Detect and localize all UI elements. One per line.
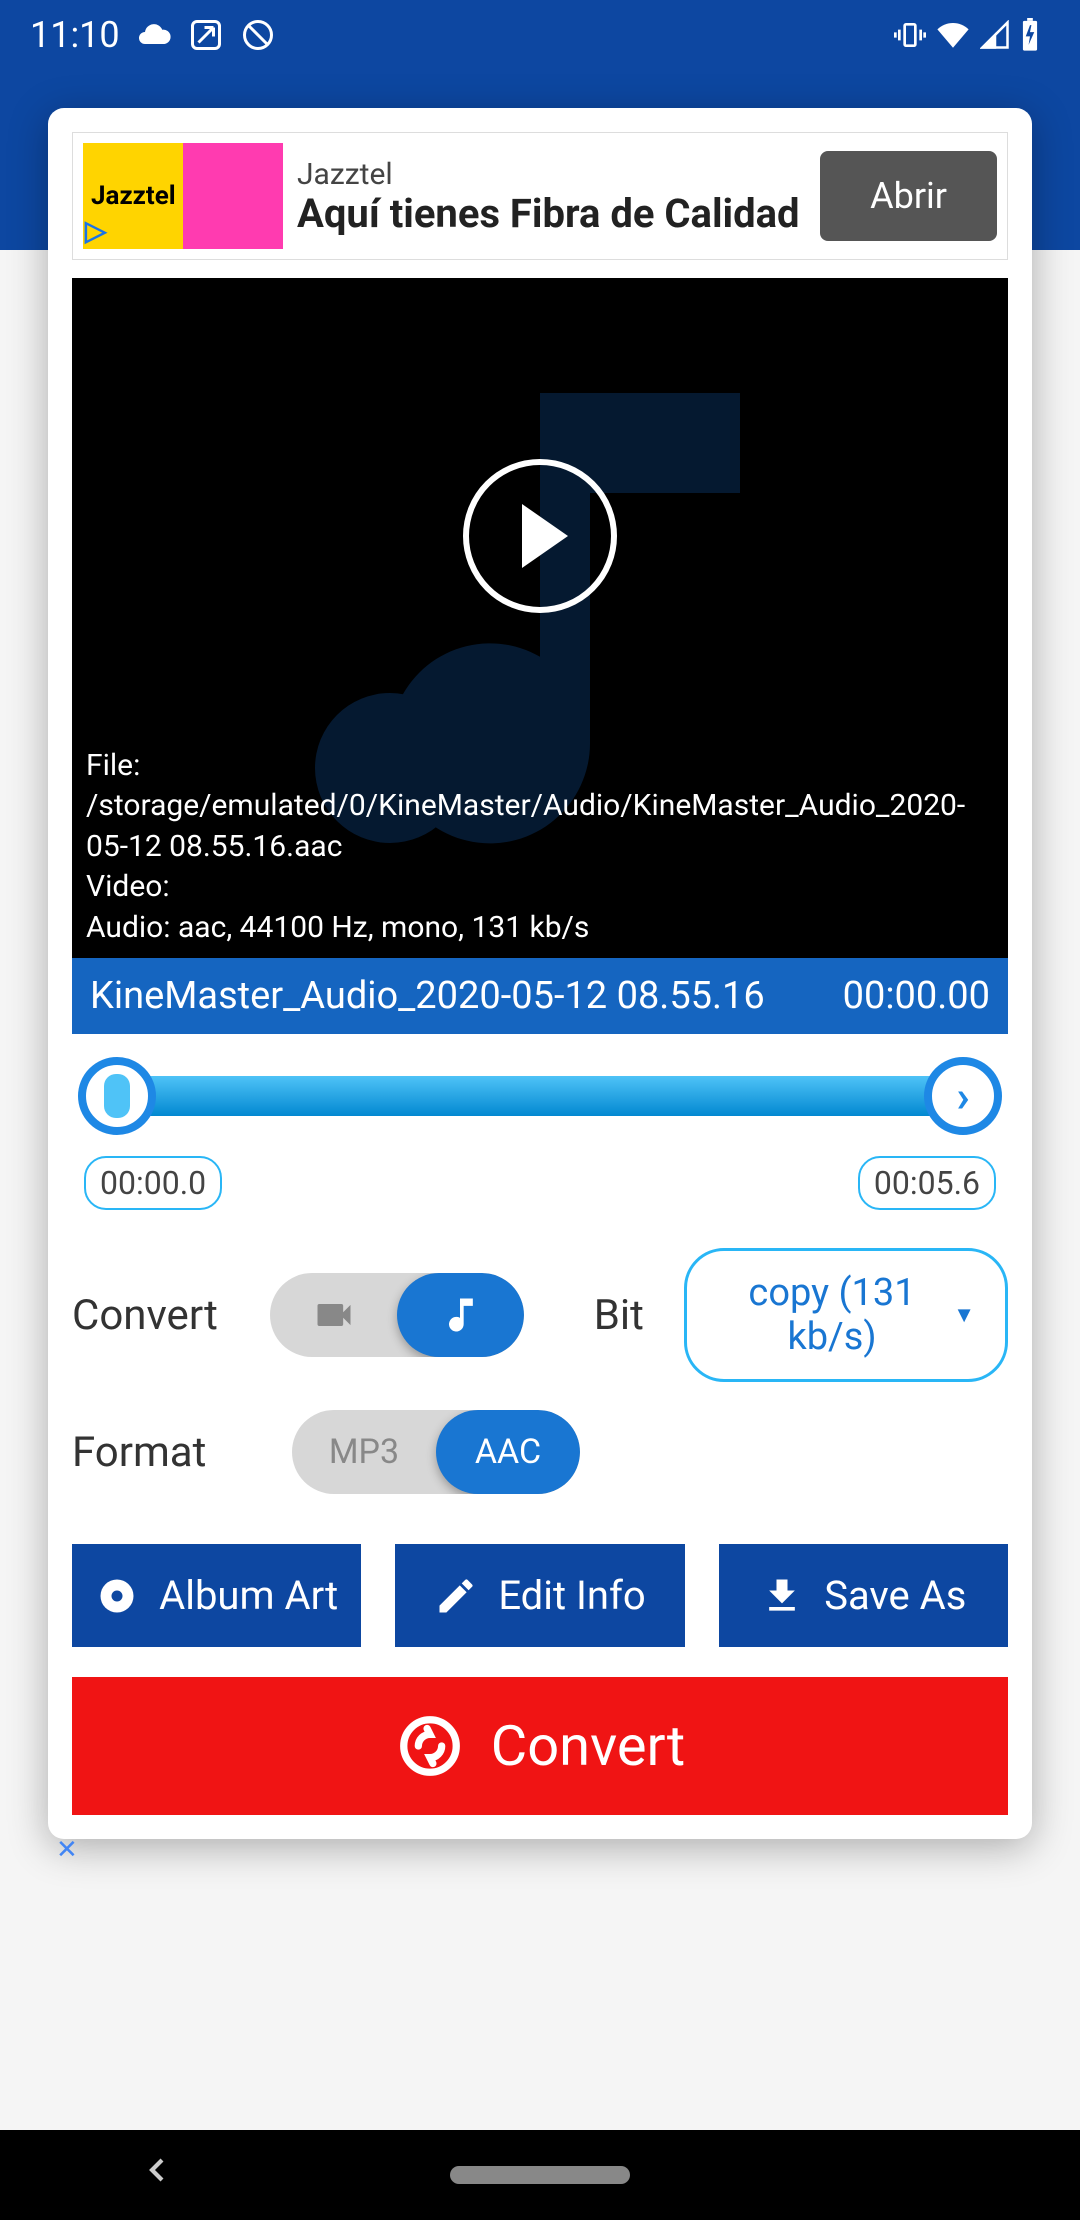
edit-info-label: Edit Info <box>498 1572 645 1619</box>
bit-label: Bit <box>594 1291 644 1340</box>
trim-end-handle[interactable]: › <box>924 1057 1002 1135</box>
convert-type-toggle[interactable] <box>270 1273 523 1357</box>
media-preview: File: /storage/emulated/0/KineMaster/Aud… <box>72 278 1008 958</box>
do-not-disturb-icon <box>240 17 276 53</box>
home-pill[interactable] <box>450 2166 630 2184</box>
trim-start-time[interactable]: 00:00.0 <box>84 1156 222 1210</box>
ad-headline: Aquí tienes Fibra de Calidad <box>297 192 806 236</box>
format-mp3-option[interactable]: MP3 <box>292 1410 436 1494</box>
convert-video-option[interactable] <box>270 1273 397 1357</box>
album-art-label: Album Art <box>159 1572 338 1619</box>
refresh-icon <box>395 1711 465 1781</box>
video-info-line: Video: <box>86 867 994 908</box>
pencil-icon <box>434 1574 478 1618</box>
status-bar: 11:10 <box>0 0 1080 70</box>
play-icon <box>522 504 568 568</box>
back-button[interactable] <box>137 2150 177 2200</box>
wifi-icon <box>936 18 970 52</box>
signal-icon <box>980 20 1010 50</box>
file-path-line: File: /storage/emulated/0/KineMaster/Aud… <box>86 746 994 868</box>
ad-banner[interactable]: Jazztel ▷ Jazztel Aquí tienes Fibra de C… <box>72 132 1008 260</box>
convert-dialog: Jazztel ▷ Jazztel Aquí tienes Fibra de C… <box>48 108 1032 1839</box>
navigation-bar <box>0 2130 1080 2220</box>
bitrate-dropdown[interactable]: copy (131 kb/s)▼ <box>684 1248 1008 1382</box>
media-info: File: /storage/emulated/0/KineMaster/Aud… <box>86 746 994 949</box>
file-title: KineMaster_Audio_2020-05-12 08.55.16 <box>90 974 765 1018</box>
disc-icon <box>95 1574 139 1618</box>
chevron-right-icon: › <box>956 1070 969 1122</box>
format-toggle[interactable]: MP3 AAC <box>292 1410 580 1494</box>
download-icon <box>760 1574 804 1618</box>
trim-slider[interactable]: › <box>84 1064 996 1128</box>
update-icon <box>188 17 224 53</box>
video-camera-icon <box>312 1293 356 1337</box>
ad-brand: Jazztel <box>297 157 806 192</box>
convert-button[interactable]: Convert <box>72 1677 1008 1815</box>
battery-charging-icon <box>1020 18 1040 52</box>
status-time: 11:10 <box>30 14 120 56</box>
vibrate-icon <box>894 19 926 51</box>
audio-info-line: Audio: aac, 44100 Hz, mono, 131 kb/s <box>86 908 994 949</box>
edit-info-button[interactable]: Edit Info <box>395 1544 684 1647</box>
music-icon <box>438 1293 482 1337</box>
ad-image-text: Jazztel <box>91 181 176 211</box>
slider-track <box>90 1076 990 1116</box>
elapsed-time: 00:00.00 <box>843 974 990 1018</box>
ad-image: Jazztel ▷ <box>83 143 283 249</box>
convert-label: Convert <box>72 1291 230 1340</box>
dropdown-caret-icon: ▼ <box>953 1302 975 1328</box>
save-as-label: Save As <box>824 1572 966 1619</box>
ad-open-button[interactable]: Abrir <box>820 151 997 241</box>
cloud-icon <box>136 17 172 53</box>
adchoices-icon[interactable]: ▷ <box>85 214 107 247</box>
trim-start-handle[interactable] <box>78 1057 156 1135</box>
format-label: Format <box>72 1428 252 1477</box>
format-aac-option[interactable]: AAC <box>436 1410 580 1494</box>
play-button[interactable] <box>463 459 617 613</box>
convert-button-label: Convert <box>491 1713 685 1779</box>
save-as-button[interactable]: Save As <box>719 1544 1008 1647</box>
chevron-left-icon <box>137 2150 177 2190</box>
title-bar: KineMaster_Audio_2020-05-12 08.55.16 00:… <box>72 958 1008 1034</box>
album-art-button[interactable]: Album Art <box>72 1544 361 1647</box>
convert-audio-option[interactable] <box>397 1273 524 1357</box>
trim-end-time[interactable]: 00:05.6 <box>858 1156 996 1210</box>
ad-close-icon[interactable]: ✕ <box>56 1835 78 1865</box>
bitrate-value: copy (131 kb/s) <box>717 1271 947 1359</box>
